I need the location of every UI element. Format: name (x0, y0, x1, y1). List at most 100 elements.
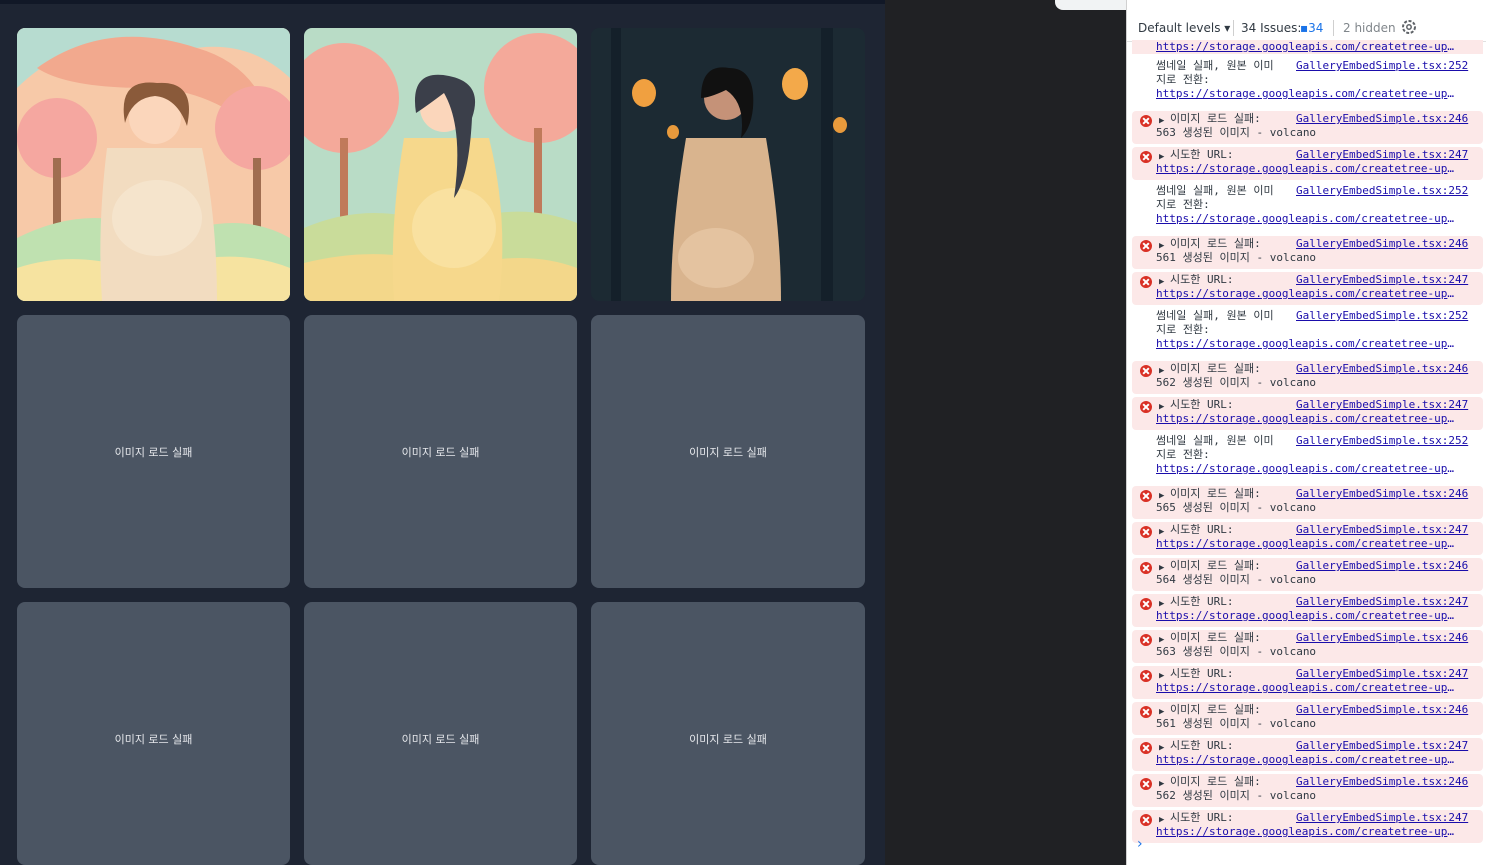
console-error-row[interactable]: ▶ 이미지 로드 실패: GalleryEmbedSimple.tsx:246 563… (1132, 111, 1483, 144)
message-text-cont: 지로 전환: (1156, 448, 1210, 461)
console-error-row[interactable]: ▶ 이미지 로드 실패: GalleryEmbedSimple.tsx:246 563… (1132, 630, 1483, 663)
console-log-row[interactable]: 썸네일 실패, 원본 이미 GalleryEmbedSimple.tsx:252 지… (1132, 433, 1483, 483)
failed-label: 이미지 로드 실패 (689, 445, 767, 459)
error-icon (1140, 526, 1152, 538)
source-link[interactable]: GalleryEmbedSimple.tsx:246 (1296, 559, 1468, 573)
message-text: 이미지 로드 실패: (1170, 112, 1261, 125)
url-link[interactable]: https://storage.googleapis.com/createtre… (1156, 87, 1456, 101)
toolbar-divider (1333, 20, 1334, 36)
error-icon (1140, 742, 1152, 754)
gallery-tile-failed: 이미지 로드 실패 (17, 315, 290, 588)
toolbar-divider (1233, 20, 1234, 36)
error-icon (1140, 490, 1152, 502)
source-link[interactable]: GalleryEmbedSimple.tsx:252 (1296, 59, 1468, 73)
error-icon (1140, 706, 1152, 718)
source-link[interactable]: GalleryEmbedSimple.tsx:247 (1296, 667, 1468, 681)
url-link[interactable]: https://storage.googleapis.com/createtre… (1156, 462, 1456, 476)
message-text: 이미지 로드 실패: (1170, 237, 1261, 250)
source-link[interactable]: GalleryEmbedSimple.tsx:247 (1296, 523, 1468, 537)
console-error-row[interactable]: ▶ 이미지 로드 실패: GalleryEmbedSimple.tsx:246 561… (1132, 236, 1483, 269)
issues-badge[interactable]: ▪34 (1300, 21, 1323, 35)
url-link[interactable]: https://storage.googleapis.com/createtre… (1156, 287, 1456, 301)
console-error-row[interactable]: ▶ 시도한 URL: GalleryEmbedSimple.tsx:247 https… (1132, 810, 1483, 843)
message-text-cont: 지로 전환: (1156, 73, 1210, 86)
source-link[interactable]: GalleryEmbedSimple.tsx:246 (1296, 703, 1468, 717)
hidden-count[interactable]: 2 hidden (1343, 21, 1396, 35)
url-link[interactable]: https://storage.googleapis.com/createtre… (1156, 609, 1456, 623)
gallery-image-2[interactable] (304, 28, 577, 301)
source-link[interactable]: GalleryEmbedSimple.tsx:252 (1296, 309, 1468, 323)
console-log-row[interactable]: 썸네일 실패, 원본 이미 GalleryEmbedSimple.tsx:252 지… (1132, 58, 1483, 108)
gallery-tile-failed: 이미지 로드 실패 (17, 602, 290, 865)
message-text: 이미지 로드 실패: (1170, 559, 1261, 572)
url-link[interactable]: https://storage.googleapis.com/createtre… (1156, 162, 1456, 176)
source-link[interactable]: GalleryEmbedSimple.tsx:246 (1296, 237, 1468, 251)
console-error-row[interactable]: ▶ 이미지 로드 실패: GalleryEmbedSimple.tsx:246 562… (1132, 361, 1483, 394)
default-levels-dropdown[interactable]: Default levels ▾ (1138, 21, 1230, 35)
console-error-row[interactable]: ▶ 시도한 URL: GalleryEmbedSimple.tsx:247 https… (1132, 522, 1483, 555)
url-link[interactable]: https://storage.googleapis.com/createtre… (1156, 753, 1456, 767)
message-text: 시도한 URL: (1170, 523, 1234, 536)
failed-label: 이미지 로드 실패 (114, 732, 193, 746)
source-link[interactable]: GalleryEmbedSimple.tsx:246 (1296, 775, 1468, 789)
console-error-row[interactable]: ▶ 시도한 URL: GalleryEmbedSimple.tsx:247 https… (1132, 738, 1483, 771)
message-text: 이미지 로드 실패: (1170, 703, 1261, 716)
console-toolbar: Default levels ▾ 34 Issues: ▪34 2 hidden (1127, 12, 1486, 42)
console-error-row[interactable]: ▶ 시도한 URL: GalleryEmbedSimple.tsx:247 https… (1132, 147, 1483, 180)
url-link[interactable]: https://storage.googleapis.com/createtre… (1156, 412, 1456, 426)
source-link[interactable]: GalleryEmbedSimple.tsx:247 (1296, 739, 1468, 753)
source-link[interactable]: GalleryEmbedSimple.tsx:246 (1296, 631, 1468, 645)
url-link[interactable]: https://storage.googleapis.com/createtre… (1156, 40, 1456, 54)
console-error-row[interactable]: ▶ 이미지 로드 실패: GalleryEmbedSimple.tsx:246 565… (1132, 486, 1483, 519)
issues-label[interactable]: 34 Issues: (1241, 21, 1301, 35)
failed-label: 이미지 로드 실패 (401, 445, 480, 459)
console-error-row[interactable]: ▶ 시도한 URL: GalleryEmbedSimple.tsx:247 https… (1132, 594, 1483, 627)
message-text: 이미지 로드 실패: (1170, 487, 1261, 500)
source-link[interactable]: GalleryEmbedSimple.tsx:247 (1296, 811, 1468, 825)
url-link[interactable]: https://storage.googleapis.com/createtre… (1156, 681, 1456, 695)
gallery-image-1[interactable] (17, 28, 290, 301)
console-log-row[interactable]: 썸네일 실패, 원본 이미 GalleryEmbedSimple.tsx:252 지… (1132, 308, 1483, 358)
source-link[interactable]: GalleryEmbedSimple.tsx:246 (1296, 362, 1468, 376)
message-text: 시도한 URL: (1170, 273, 1234, 286)
url-link[interactable]: https://storage.googleapis.com/createtre… (1156, 825, 1456, 839)
message-text: 이미지 로드 실패: (1170, 631, 1261, 644)
console-error-row[interactable]: ▶ 이미지 로드 실패: GalleryEmbedSimple.tsx:246 561… (1132, 702, 1483, 735)
source-link[interactable]: GalleryEmbedSimple.tsx:246 (1296, 112, 1468, 126)
gear-icon[interactable] (1401, 19, 1417, 35)
empty-panel (885, 0, 1126, 865)
console-log-row[interactable]: 썸네일 실패, 원본 이미 GalleryEmbedSimple.tsx:252 지… (1132, 183, 1483, 233)
source-link[interactable]: GalleryEmbedSimple.tsx:247 (1296, 398, 1468, 412)
source-link[interactable]: GalleryEmbedSimple.tsx:252 (1296, 184, 1468, 198)
error-icon (1140, 151, 1152, 163)
message-detail: 563 생성된 이미지 - volcano (1156, 645, 1317, 658)
console-error-row[interactable]: ▶ 이미지 로드 실패: GalleryEmbedSimple.tsx:246 562… (1132, 774, 1483, 807)
console-error-row[interactable]: ▶ 이미지 로드 실패: GalleryEmbedSimple.tsx:246 564… (1132, 558, 1483, 591)
paper-art-pregnant-woman-short-hair-icon (17, 28, 290, 301)
url-link[interactable]: https://storage.googleapis.com/createtre… (1156, 337, 1456, 351)
console-error-row[interactable]: ▶ 시도한 URL: GalleryEmbedSimple.tsx:247 https… (1132, 272, 1483, 305)
issues-count: 34 (1308, 21, 1324, 35)
url-link[interactable]: https://storage.googleapis.com/createtre… (1156, 212, 1456, 226)
message-text-cont: 지로 전환: (1156, 323, 1210, 336)
console-prompt[interactable]: › (1137, 836, 1143, 852)
url-link[interactable]: https://storage.googleapis.com/createtre… (1156, 537, 1456, 551)
top-strip (0, 0, 885, 4)
source-link[interactable]: GalleryEmbedSimple.tsx:247 (1296, 595, 1468, 609)
error-icon (1140, 634, 1152, 646)
gallery-tile-failed: 이미지 로드 실패 (304, 602, 577, 865)
console-error-row[interactable]: ▶ 시도한 URL: GalleryEmbedSimple.tsx:247 https… (1132, 397, 1483, 430)
console-error-row[interactable]: ▶ 시도한 URL: GalleryEmbedSimple.tsx:247 https… (1132, 666, 1483, 699)
source-link[interactable]: GalleryEmbedSimple.tsx:247 (1296, 148, 1468, 162)
error-icon (1140, 365, 1152, 377)
paper-art-pregnant-woman-long-hair-icon (304, 28, 577, 301)
message-text: 시도한 URL: (1170, 739, 1234, 752)
gallery-tile-failed: 이미지 로드 실패 (591, 602, 865, 865)
source-link[interactable]: GalleryEmbedSimple.tsx:246 (1296, 487, 1468, 501)
error-icon (1140, 598, 1152, 610)
source-link[interactable]: GalleryEmbedSimple.tsx:252 (1296, 434, 1468, 448)
source-link[interactable]: GalleryEmbedSimple.tsx:247 (1296, 273, 1468, 287)
gallery-tile-failed: 이미지 로드 실패 (591, 315, 865, 588)
message-detail: 564 생성된 이미지 - volcano (1156, 573, 1317, 586)
gallery-image-3[interactable] (591, 28, 865, 301)
